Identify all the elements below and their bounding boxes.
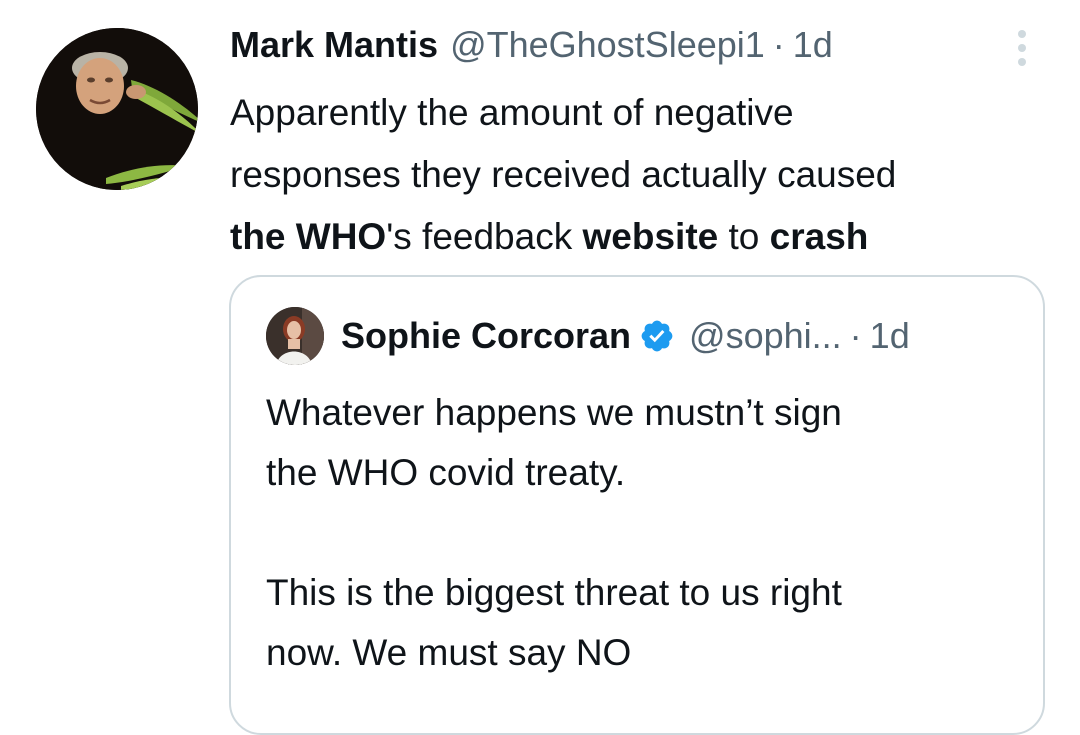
separator-dot: ·: [849, 315, 862, 356]
tweet-text-segment: responses they received actually caused: [230, 154, 897, 195]
tweet[interactable]: Mark Mantis @TheGhostSleepi1 · 1d Appare…: [0, 0, 1080, 735]
author-handle[interactable]: @TheGhostSleepi1: [450, 22, 765, 68]
tweet-timestamp[interactable]: 1d: [793, 22, 833, 68]
tweet-text-line: Apparently the amount of negative: [230, 82, 1050, 144]
quoted-author-avatar[interactable]: [266, 307, 324, 365]
tweet-text: Apparently the amount of negative respons…: [230, 82, 1050, 268]
tweet-text-line: the WHO's feedback website to crash: [230, 206, 1050, 268]
quoted-tweet-text: Whatever happens we mustn’t sign the WHO …: [266, 383, 1026, 683]
tweet-text-bold-segment: crash: [769, 216, 869, 257]
quoted-author-handle[interactable]: @sophi...: [689, 313, 842, 359]
verified-badge-icon: [639, 318, 675, 354]
quoted-tweet-text-line: the WHO covid treaty.: [266, 452, 626, 493]
quoted-tweet-header: Sophie Corcoran @sophi... · 1d: [341, 313, 910, 359]
quoted-tweet-text-line: This is the biggest threat to us right: [266, 572, 842, 613]
tweet-text-bold-segment: website: [582, 216, 719, 257]
more-vertical-icon[interactable]: [1008, 26, 1036, 70]
quoted-author-name[interactable]: Sophie Corcoran: [341, 313, 631, 359]
quoted-tweet-timestamp[interactable]: 1d: [870, 313, 910, 359]
author-name[interactable]: Mark Mantis: [230, 22, 438, 68]
tweet-text-segment: 's feedback: [386, 216, 583, 257]
quoted-tweet-text-line: now. We must say NO: [266, 632, 632, 673]
tweet-text-segment: to: [718, 216, 770, 257]
quoted-tweet[interactable]: Sophie Corcoran @sophi... · 1d Whatever …: [229, 275, 1045, 735]
tweet-text-line: responses they received actually caused: [230, 144, 1050, 206]
author-avatar[interactable]: [36, 28, 198, 190]
separator-dot: ·: [772, 24, 785, 65]
tweet-header: Mark Mantis @TheGhostSleepi1 · 1d: [230, 22, 833, 68]
tweet-text-bold-segment: the WHO: [230, 216, 387, 257]
quoted-tweet-text-line: Whatever happens we mustn’t sign: [266, 392, 842, 433]
tweet-text-segment: Apparently the amount of negative: [230, 92, 794, 133]
